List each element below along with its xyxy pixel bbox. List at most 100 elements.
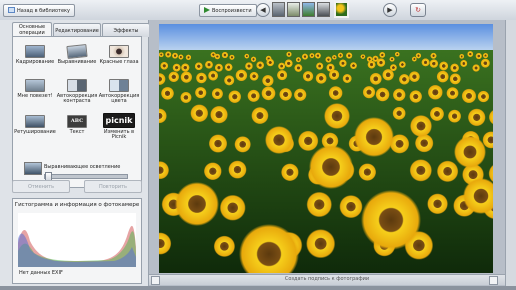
sunflower bbox=[358, 163, 377, 181]
sunflower bbox=[223, 75, 235, 86]
sunflower bbox=[337, 52, 344, 59]
sunflower-photo bbox=[159, 24, 493, 273]
sunflower bbox=[221, 51, 229, 59]
sunflower bbox=[467, 50, 474, 58]
sunflower bbox=[247, 89, 260, 103]
edit-tabs: Основные операции Редактирование Эффекты bbox=[12, 22, 150, 37]
thumbnail-current[interactable] bbox=[334, 1, 349, 18]
sunflower bbox=[427, 193, 448, 215]
caption-expand-button[interactable] bbox=[489, 276, 498, 285]
sunflower bbox=[234, 136, 251, 153]
sunflower bbox=[430, 52, 437, 59]
sunflower bbox=[180, 71, 193, 84]
color-icon bbox=[109, 79, 129, 92]
rotate-icon: ↻ bbox=[415, 6, 421, 14]
sunflower bbox=[354, 117, 394, 157]
sunflower bbox=[410, 115, 432, 137]
sunflower bbox=[446, 87, 459, 100]
sunflower bbox=[480, 58, 490, 68]
vertical-scrollbar[interactable] bbox=[505, 20, 516, 286]
sunflower bbox=[284, 59, 293, 68]
sunflower bbox=[214, 63, 224, 72]
retouch-button[interactable]: Ретуширование bbox=[14, 115, 56, 135]
sunflower bbox=[214, 53, 221, 60]
sunflower bbox=[256, 61, 265, 70]
sunflower bbox=[160, 61, 169, 70]
sunflower bbox=[203, 162, 222, 181]
sunflower bbox=[309, 52, 315, 59]
arrow-right-icon: ▶ bbox=[387, 6, 393, 14]
straighten-button[interactable]: Выравнивание bbox=[56, 43, 98, 65]
sunflower bbox=[339, 59, 347, 68]
previous-photo-button[interactable]: ◀ bbox=[256, 3, 270, 17]
undo-button[interactable]: Отменить bbox=[12, 180, 70, 193]
sunflower bbox=[482, 52, 489, 59]
sunflower bbox=[219, 194, 246, 221]
sunflower bbox=[427, 84, 443, 100]
sunflower bbox=[168, 71, 180, 83]
sunflower bbox=[266, 58, 275, 67]
slideshow-button[interactable]: Воспроизвести bbox=[199, 4, 257, 17]
sunflower bbox=[190, 104, 209, 123]
auto-contrast-button[interactable]: Автокоррекция контраста bbox=[56, 79, 98, 104]
arrow-left-icon: ◀ bbox=[260, 6, 266, 14]
histogram-chart bbox=[18, 213, 136, 267]
back-to-library-button[interactable]: Назад в библиотеку bbox=[3, 4, 76, 17]
straighten-icon bbox=[66, 43, 88, 60]
sunflower bbox=[360, 54, 366, 60]
fill-light-slider[interactable] bbox=[44, 172, 128, 183]
sunflower bbox=[306, 229, 336, 259]
thumbnail-2[interactable] bbox=[287, 2, 300, 17]
sunflower bbox=[213, 235, 236, 258]
tab-effects[interactable]: Эффекты bbox=[102, 23, 150, 37]
redo-button[interactable]: Повторить bbox=[84, 180, 142, 193]
sunflower bbox=[180, 91, 192, 104]
auto-color-button[interactable]: Автокоррекция цвета bbox=[98, 79, 140, 104]
sunflower bbox=[208, 134, 228, 153]
tools-grid: Кадрирование Выравнивание Красные глаза … bbox=[12, 36, 142, 188]
sunflower bbox=[185, 54, 192, 61]
sunflower bbox=[408, 71, 420, 83]
sunflower bbox=[467, 108, 486, 127]
sunflower bbox=[376, 58, 386, 67]
sunflower bbox=[429, 106, 445, 122]
thumbnail-3[interactable] bbox=[302, 2, 315, 17]
thumbnail-4[interactable] bbox=[317, 2, 330, 17]
thumbnail-1[interactable] bbox=[272, 2, 285, 17]
lucky-button[interactable]: Мне повезет! bbox=[14, 79, 56, 99]
sunflower bbox=[375, 87, 390, 102]
caption-input[interactable]: Создать подпись к фотографии bbox=[149, 276, 505, 282]
fill-light-label: Выравнивающее осветление bbox=[44, 164, 121, 170]
sunflower bbox=[447, 109, 462, 123]
retouch-icon bbox=[25, 115, 45, 128]
sunflower bbox=[414, 133, 434, 153]
red-eye-button[interactable]: Красные глаза bbox=[98, 45, 140, 65]
caption-bar[interactable]: Создать подпись к фотографии bbox=[149, 274, 505, 285]
sunflower bbox=[328, 69, 340, 81]
sunflower bbox=[204, 60, 214, 69]
sunflower bbox=[194, 86, 207, 99]
rotate-button[interactable]: ↻ bbox=[410, 3, 426, 17]
tab-tuning[interactable]: Редактирование bbox=[53, 23, 101, 37]
histogram-title: Гистограмма и информация о фотокамере bbox=[14, 202, 140, 208]
sunflower bbox=[362, 85, 376, 99]
sunflower bbox=[392, 106, 406, 120]
sunflower bbox=[409, 90, 423, 103]
sunflower bbox=[328, 85, 343, 101]
picnik-button[interactable]: picnik Изменить в Picnik bbox=[98, 113, 140, 140]
next-photo-button[interactable]: ▶ bbox=[383, 3, 397, 17]
sunflower bbox=[324, 103, 350, 129]
text-button[interactable]: ABC Текст bbox=[56, 115, 98, 135]
picnik-icon: picnik bbox=[103, 113, 135, 128]
top-toolbar: Назад в библиотеку Воспроизвести ◀ ▶ ↻ bbox=[0, 0, 516, 21]
tab-basic[interactable]: Основные операции bbox=[12, 22, 52, 37]
crop-button[interactable]: Кадрирование bbox=[14, 45, 56, 65]
sunflower bbox=[276, 69, 288, 81]
sunflower bbox=[261, 86, 276, 101]
sunflower bbox=[228, 90, 242, 104]
sunflower bbox=[398, 61, 406, 69]
sunflower bbox=[195, 72, 207, 84]
sunflower bbox=[207, 70, 219, 81]
sunflower bbox=[262, 74, 274, 87]
sunflower bbox=[459, 53, 465, 59]
